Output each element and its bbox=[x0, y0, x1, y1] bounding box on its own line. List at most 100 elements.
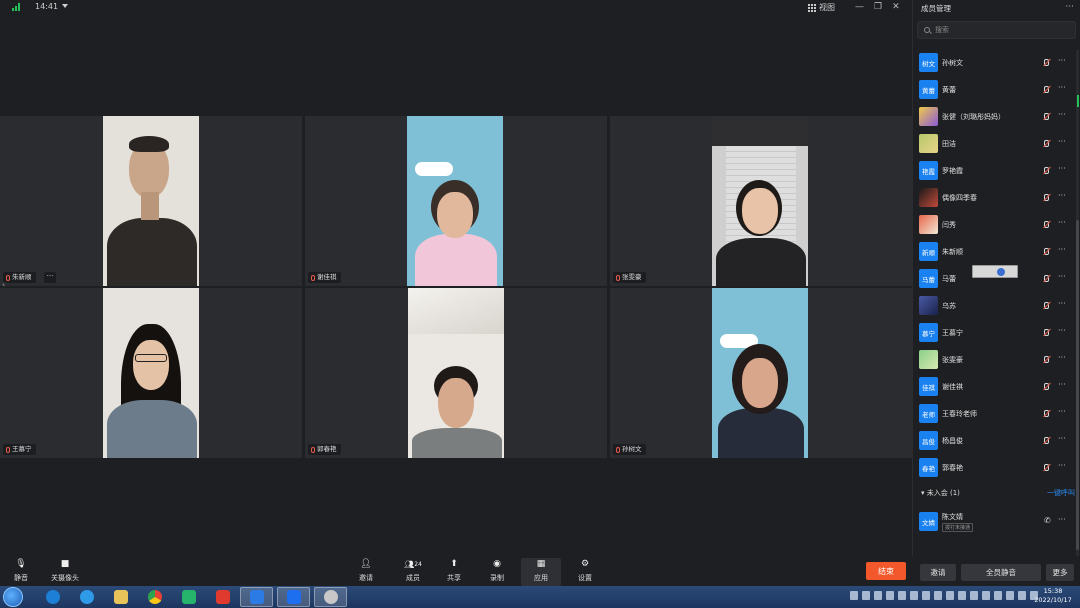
member-item[interactable]: 新顺 朱新顺 ··· bbox=[913, 238, 1073, 265]
member-item[interactable]: 老师 王春玲老师 ··· bbox=[913, 400, 1073, 427]
muted-mic-icon[interactable] bbox=[1044, 113, 1049, 120]
taskbar-app[interactable] bbox=[70, 587, 103, 607]
member-more-icon[interactable]: ··· bbox=[1058, 56, 1066, 65]
member-item[interactable]: 田洁 ··· bbox=[913, 130, 1073, 157]
network-signal-icon[interactable] bbox=[12, 3, 22, 11]
invite-button[interactable]: 👤︎ 邀请 bbox=[355, 558, 377, 586]
member-item[interactable]: 偶像四季春 ··· bbox=[913, 184, 1073, 211]
member-more-icon[interactable]: ··· bbox=[1058, 461, 1066, 470]
tray-icon[interactable] bbox=[922, 591, 930, 600]
video-tile[interactable]: 谢佳祺 bbox=[305, 116, 607, 286]
member-more-icon[interactable]: ··· bbox=[1058, 380, 1066, 389]
tray-icon[interactable] bbox=[970, 591, 978, 600]
taskbar-app[interactable] bbox=[104, 587, 137, 607]
muted-mic-icon[interactable] bbox=[1044, 221, 1049, 228]
tray-icon[interactable] bbox=[982, 591, 990, 600]
members-button[interactable]: 👥︎ 24 成员 bbox=[400, 558, 426, 586]
member-more-icon[interactable]: ··· bbox=[1058, 515, 1066, 524]
call-all-link[interactable]: 一键呼叫 bbox=[1047, 488, 1075, 498]
muted-mic-icon[interactable] bbox=[1044, 275, 1049, 282]
muted-mic-icon[interactable] bbox=[1044, 140, 1049, 147]
member-item[interactable]: 张健（刘璐彤妈妈） ··· bbox=[913, 103, 1073, 130]
taskbar-app[interactable] bbox=[206, 587, 239, 607]
tray-icon[interactable] bbox=[934, 591, 942, 600]
tray-icon[interactable] bbox=[874, 591, 882, 600]
member-more-icon[interactable]: ··· bbox=[1058, 407, 1066, 416]
muted-mic-icon[interactable] bbox=[1044, 302, 1049, 309]
member-more-icon[interactable]: ··· bbox=[1058, 434, 1066, 443]
member-item[interactable]: 张雯豪 ··· bbox=[913, 346, 1073, 373]
member-item[interactable]: 文婧 陈文婧 拨打未接通 ✆ ··· bbox=[913, 508, 1073, 535]
tile-more-button[interactable]: ··· bbox=[44, 272, 56, 283]
camera-button[interactable]: ■ 关摄像头 bbox=[48, 558, 82, 586]
close-icon[interactable]: ✕ bbox=[892, 2, 900, 12]
member-item[interactable]: 艳霞 罗艳霞 ··· bbox=[913, 157, 1073, 184]
tray-icon[interactable] bbox=[862, 591, 870, 600]
member-list-scrollbar[interactable] bbox=[1076, 50, 1079, 556]
tray-icon[interactable] bbox=[1006, 591, 1014, 600]
member-more-icon[interactable]: ··· bbox=[1058, 164, 1066, 173]
member-more-icon[interactable]: ··· bbox=[1058, 299, 1066, 308]
video-tile[interactable]: 王慕宁 bbox=[0, 288, 302, 458]
muted-mic-icon[interactable] bbox=[1044, 383, 1049, 390]
muted-mic-icon[interactable] bbox=[1044, 356, 1049, 363]
restore-icon[interactable]: ❐ bbox=[874, 2, 882, 12]
chevron-left-icon[interactable]: ‹ bbox=[2, 280, 5, 289]
taskbar-app[interactable] bbox=[172, 587, 205, 607]
member-more-icon[interactable]: ··· bbox=[1058, 110, 1066, 119]
tray-icon[interactable] bbox=[958, 591, 966, 600]
panel-more-button[interactable]: ··· bbox=[1065, 2, 1074, 12]
member-more-icon[interactable]: ··· bbox=[1058, 83, 1066, 92]
tray-icon[interactable] bbox=[946, 591, 954, 600]
taskbar-app[interactable] bbox=[36, 587, 69, 607]
video-tile[interactable]: 朱新顺 ··· bbox=[0, 116, 302, 286]
member-item[interactable]: 乌苏 ··· bbox=[913, 292, 1073, 319]
muted-mic-icon[interactable] bbox=[1044, 167, 1049, 174]
end-meeting-button[interactable]: 结束 bbox=[866, 562, 906, 580]
member-more-icon[interactable]: ··· bbox=[1058, 353, 1066, 362]
muted-mic-icon[interactable] bbox=[1044, 59, 1049, 66]
member-more-icon[interactable]: ··· bbox=[1058, 326, 1066, 335]
tray-icon[interactable] bbox=[886, 591, 894, 600]
apps-button[interactable]: ▦ 应用 bbox=[521, 558, 561, 586]
video-tile[interactable]: 孙树文 bbox=[610, 288, 912, 458]
chevron-down-icon[interactable] bbox=[62, 4, 68, 8]
tray-icon[interactable] bbox=[994, 591, 1002, 600]
member-more-icon[interactable]: ··· bbox=[1058, 191, 1066, 200]
tray-icon[interactable] bbox=[850, 591, 858, 600]
settings-button[interactable]: ⚙︎ 设置 bbox=[575, 558, 595, 586]
video-tile[interactable]: 郭春艳 bbox=[305, 288, 607, 458]
more-button[interactable]: 更多 bbox=[1046, 564, 1074, 581]
invite-button-panel[interactable]: 邀请 bbox=[920, 564, 956, 581]
view-button[interactable]: 视图 bbox=[808, 2, 835, 13]
taskbar-app-meeting[interactable] bbox=[277, 587, 310, 607]
start-button[interactable] bbox=[3, 587, 23, 607]
share-button[interactable]: ⬆︎ 共享 bbox=[444, 558, 464, 586]
phone-icon[interactable]: ✆ bbox=[1044, 516, 1051, 525]
not-joined-section[interactable]: ▾ 未入会 (1) 一键呼叫 bbox=[913, 488, 1075, 502]
member-item[interactable]: 佳祺 谢佳祺 ··· bbox=[913, 373, 1073, 400]
member-more-icon[interactable]: ··· bbox=[1058, 137, 1066, 146]
muted-mic-icon[interactable] bbox=[1044, 410, 1049, 417]
record-button[interactable]: ◉ 录制 bbox=[487, 558, 507, 586]
taskbar-app[interactable] bbox=[138, 587, 171, 607]
muted-mic-icon[interactable] bbox=[1044, 248, 1049, 255]
mute-all-button[interactable]: 全员静音 bbox=[961, 564, 1041, 581]
mute-button[interactable]: 🎙︎ 静音 bbox=[11, 558, 31, 586]
tray-icon[interactable] bbox=[898, 591, 906, 600]
muted-mic-icon[interactable] bbox=[1044, 194, 1049, 201]
muted-mic-icon[interactable] bbox=[1044, 437, 1049, 444]
member-item[interactable]: 春艳 郭春艳 ··· bbox=[913, 454, 1073, 481]
member-item[interactable]: 昌俊 杨昌俊 ··· bbox=[913, 427, 1073, 454]
member-search-input[interactable]: 搜索 bbox=[917, 21, 1076, 39]
system-clock[interactable]: 15:38 2022/10/17 bbox=[1030, 587, 1076, 605]
member-item[interactable]: 闫秀 ··· bbox=[913, 211, 1073, 238]
member-more-icon[interactable]: ··· bbox=[1058, 218, 1066, 227]
taskbar-app[interactable] bbox=[240, 587, 273, 607]
muted-mic-icon[interactable] bbox=[1044, 86, 1049, 93]
member-more-icon[interactable]: ··· bbox=[1058, 245, 1066, 254]
minimize-icon[interactable]: — bbox=[855, 2, 864, 12]
member-item[interactable]: 树文 孙树文 ··· bbox=[913, 49, 1073, 76]
floating-control-widget[interactable] bbox=[972, 265, 1018, 278]
member-item[interactable]: 黄蕾 黄蕾 ··· bbox=[913, 76, 1073, 103]
